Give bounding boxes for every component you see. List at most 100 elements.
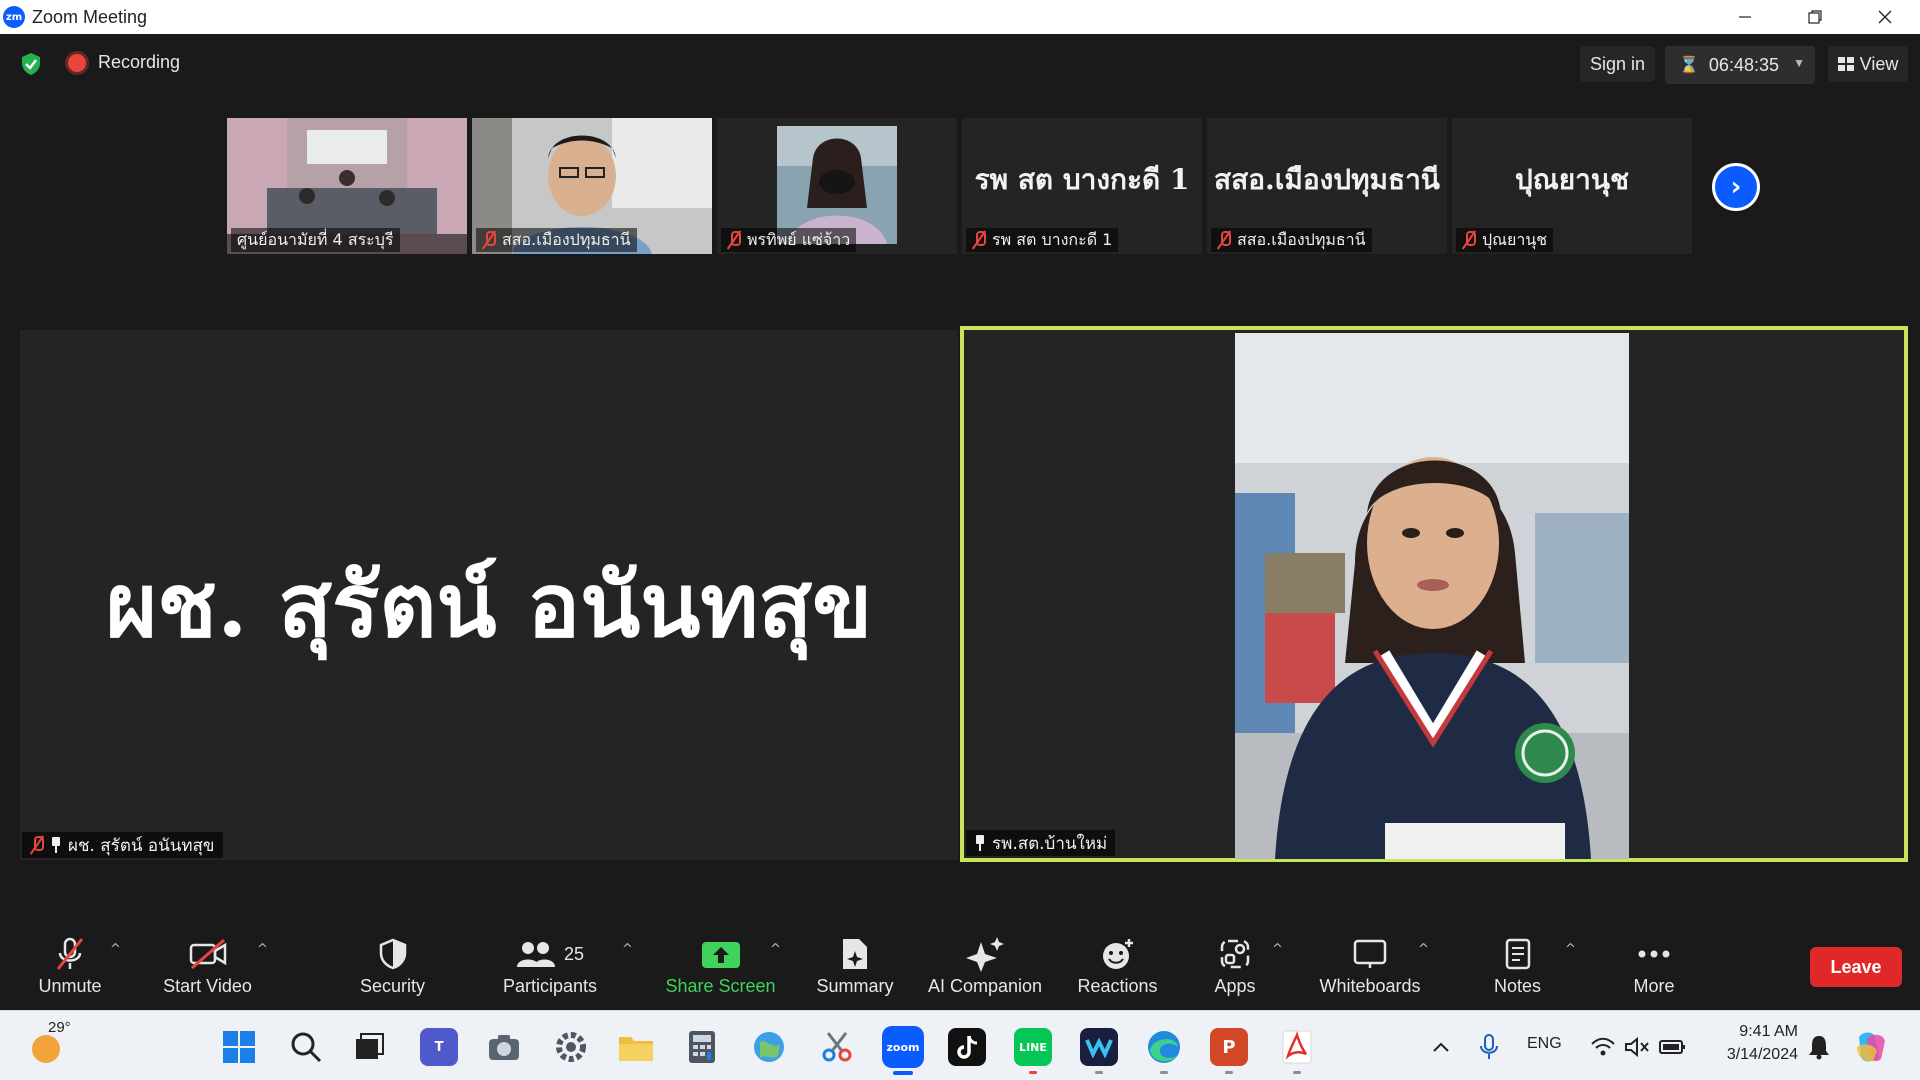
notes-options-chevron-up-icon[interactable]: ^: [1565, 942, 1576, 957]
share-options-chevron-up-icon[interactable]: ^: [770, 942, 781, 957]
security-shield-icon: [378, 936, 408, 972]
participant-display-name: ผช. สุรัตน์ อนันทสุข: [105, 553, 873, 657]
video-off-icon: [188, 936, 228, 972]
leave-button[interactable]: Leave: [1810, 947, 1902, 987]
powerpoint-icon[interactable]: P: [1210, 1028, 1248, 1066]
more-dots-icon: [1637, 936, 1671, 972]
close-button[interactable]: [1850, 0, 1920, 34]
speaker-tile-left[interactable]: ผช. สุรัตน์ อนันทสุข ผช. สุรัตน์ อนันทสุ…: [20, 330, 958, 860]
participant-thumbnail[interactable]: ศูนย์อนามัยที่ 4 สระบุรี: [227, 118, 467, 254]
speaker-tile-active[interactable]: รพ.สต.บ้านใหม่: [960, 326, 1908, 862]
participant-name-label: ผช. สุรัตน์ อนันทสุข: [22, 832, 223, 858]
view-label: View: [1859, 53, 1899, 74]
muted-mic-icon: [972, 231, 986, 249]
webex-running-indicator: [1095, 1071, 1103, 1074]
participant-thumbnail[interactable]: พรทิพย์ แซ่จ้าว: [717, 118, 957, 254]
weather-temperature: 29°: [48, 1019, 71, 1036]
whiteboards-button[interactable]: Whiteboards: [1310, 936, 1430, 1006]
language-indicator[interactable]: ENG: [1527, 1035, 1562, 1053]
start-video-button[interactable]: Start Video: [155, 936, 260, 1006]
muted-mic-icon: [482, 231, 496, 249]
view-button[interactable]: View: [1828, 46, 1908, 82]
task-view-icon[interactable]: [350, 1028, 388, 1066]
thumbnail-name-label: ศูนย์อนามัยที่ 4 สระบุรี: [231, 228, 400, 252]
thumbnail-name-label: สสอ.เมืองปทุมธานี: [476, 228, 637, 252]
participant-thumbnail[interactable]: ปุณยานุช ปุณยานุช: [1452, 118, 1692, 254]
battery-icon[interactable]: [1654, 1028, 1692, 1066]
reactions-button[interactable]: Reactions: [1070, 936, 1165, 1006]
recording-indicator-icon[interactable]: [68, 54, 86, 72]
active-speaker-video: [1235, 333, 1629, 859]
participants-options-chevron-up-icon[interactable]: ^: [622, 942, 633, 957]
unmute-button[interactable]: Unmute: [30, 936, 110, 1006]
volume-muted-icon[interactable]: [1618, 1028, 1656, 1066]
audio-options-chevron-up-icon[interactable]: ^: [110, 942, 121, 957]
thumbnail-name-label: ปุณยานุช: [1456, 228, 1554, 252]
webex-icon[interactable]: [1080, 1028, 1118, 1066]
muted-mic-icon: [1217, 231, 1231, 249]
clock-date[interactable]: 3/14/2024: [1712, 1046, 1798, 1064]
participant-thumbnail[interactable]: รพ สต บางกะดี 1 รพ สต บางกะดี 1: [962, 118, 1202, 254]
apps-options-chevron-up-icon[interactable]: ^: [1272, 942, 1283, 957]
participants-icon: 25: [516, 936, 584, 972]
start-icon[interactable]: [220, 1028, 258, 1066]
file-explorer-icon[interactable]: [617, 1028, 655, 1066]
maps-icon[interactable]: [750, 1028, 788, 1066]
meeting-timer[interactable]: ⌛ 06:48:35 ▼: [1665, 46, 1815, 84]
snipping-tool-icon[interactable]: [818, 1028, 856, 1066]
notes-button[interactable]: Notes: [1475, 936, 1560, 1006]
pin-icon: [50, 837, 62, 853]
next-page-button[interactable]: ›: [1712, 163, 1760, 211]
whiteboard-icon: [1353, 936, 1387, 972]
summary-button[interactable]: Summary: [810, 936, 900, 1006]
notification-bell-icon[interactable]: [1800, 1028, 1838, 1066]
window-controls: [1710, 0, 1920, 34]
participant-thumbnail[interactable]: สสอ.เมืองปทุมธานี: [472, 118, 712, 254]
close-icon: [1878, 10, 1892, 24]
whiteboards-options-chevron-up-icon[interactable]: ^: [1418, 942, 1429, 957]
search-icon[interactable]: [287, 1028, 325, 1066]
teams-icon[interactable]: T: [420, 1028, 458, 1066]
security-button[interactable]: Security: [350, 936, 435, 1006]
encryption-shield-icon[interactable]: [20, 52, 42, 76]
zoom-icon[interactable]: zoom: [882, 1026, 924, 1068]
wifi-icon[interactable]: [1584, 1028, 1622, 1066]
acrobat-running-indicator: [1293, 1071, 1301, 1074]
line-icon[interactable]: LINE: [1014, 1028, 1052, 1066]
share-screen-button[interactable]: Share Screen: [663, 936, 778, 1006]
restore-icon: [1808, 10, 1822, 24]
show-hidden-icons-chevron-up-icon[interactable]: [1422, 1028, 1460, 1066]
minimize-icon: [1739, 16, 1751, 18]
video-options-chevron-up-icon[interactable]: ^: [257, 942, 268, 957]
apps-button[interactable]: Apps: [1195, 936, 1275, 1006]
edge-icon[interactable]: [1145, 1028, 1183, 1066]
participant-name-label: รพ.สต.บ้านใหม่: [966, 830, 1116, 856]
clock-time[interactable]: 9:41 AM: [1726, 1023, 1798, 1041]
thumbnail-display-name: รพ สต บางกะดี 1: [974, 163, 1190, 196]
ai-sparkle-icon: [965, 936, 1005, 972]
restore-button[interactable]: [1780, 0, 1850, 34]
calculator-icon[interactable]: [683, 1028, 721, 1066]
window-title: Zoom Meeting: [32, 6, 148, 27]
sign-in-button[interactable]: Sign in: [1580, 46, 1656, 82]
chevron-down-icon: ▼: [1793, 56, 1805, 70]
zoom-logo-icon: zm: [3, 6, 25, 28]
minimize-button[interactable]: [1710, 0, 1780, 34]
microphone-icon[interactable]: [1470, 1028, 1508, 1066]
participant-count: 25: [563, 943, 585, 964]
participant-thumbnail[interactable]: สสอ.เมืองปทุมธานี สสอ.เมืองปทุมธานี: [1207, 118, 1447, 254]
tiktok-icon[interactable]: [948, 1028, 986, 1066]
camera-icon[interactable]: [485, 1028, 523, 1066]
more-button[interactable]: More: [1615, 936, 1693, 1006]
mic-muted-icon: [54, 936, 86, 972]
weather-sun-icon: [32, 1035, 60, 1063]
edge-running-indicator: [1160, 1071, 1168, 1074]
participants-button[interactable]: 25 Participants: [495, 936, 605, 1006]
grid-view-icon: [1837, 57, 1854, 71]
muted-mic-icon: [30, 836, 44, 854]
acrobat-icon[interactable]: [1278, 1028, 1316, 1066]
settings-icon[interactable]: [552, 1028, 590, 1066]
copilot-icon[interactable]: [1852, 1028, 1890, 1066]
video-feed-speaker: [1235, 333, 1629, 859]
ai-companion-button[interactable]: AI Companion: [925, 936, 1045, 1006]
